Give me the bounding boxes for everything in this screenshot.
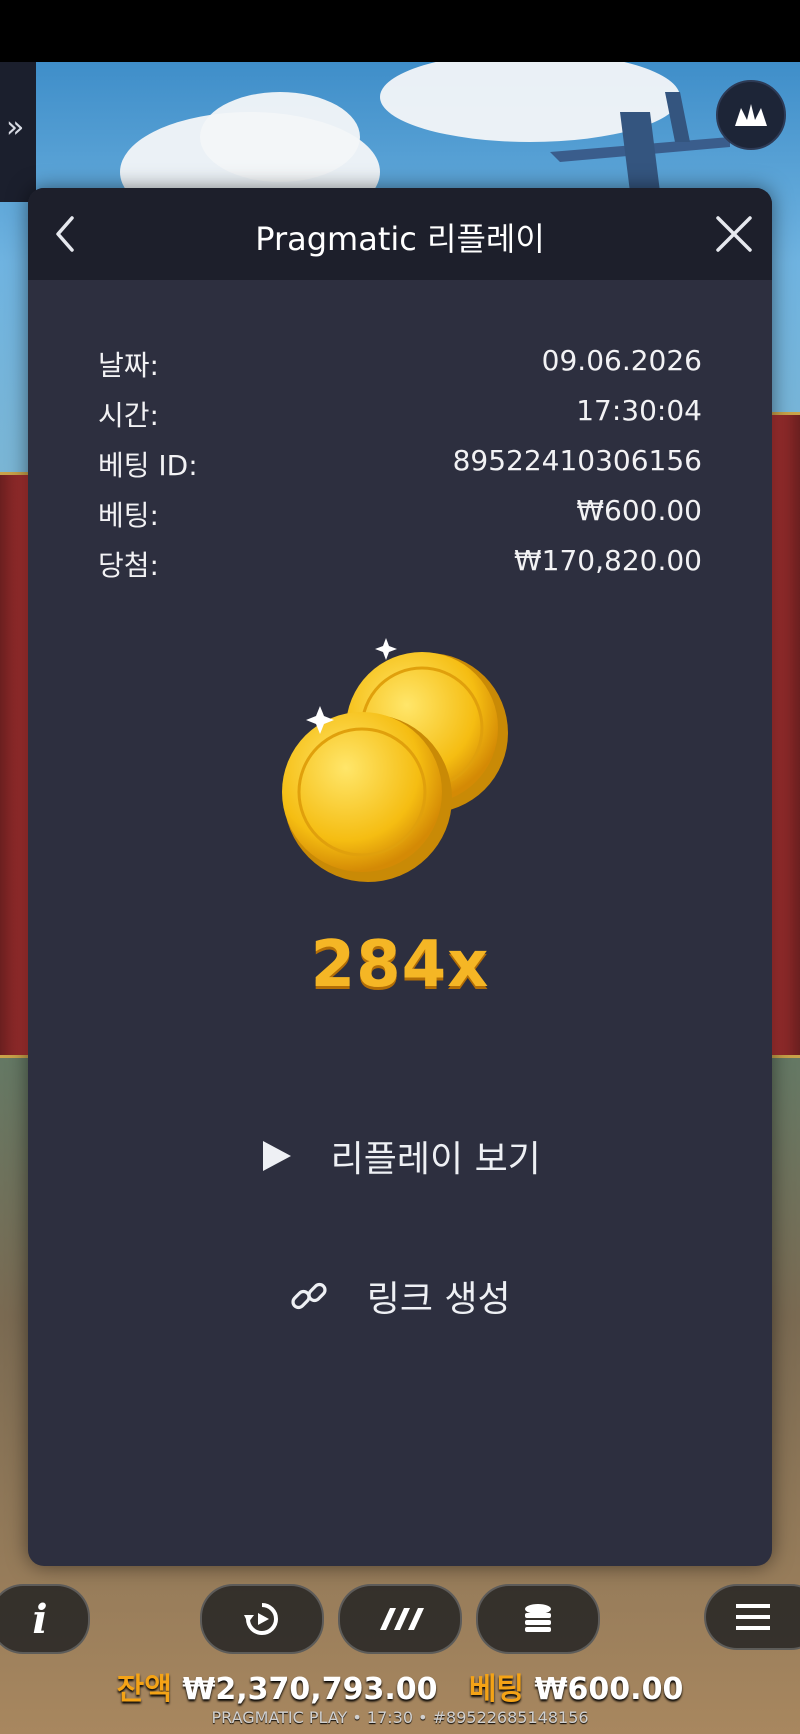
modal-header: Pragmatic 리플레이 xyxy=(28,188,772,280)
info-value: ₩170,820.00 xyxy=(513,544,702,577)
balance-value: ₩2,370,793.00 xyxy=(182,1672,438,1707)
info-label: 시간: xyxy=(98,399,159,432)
create-link-label: 링크 생성 xyxy=(366,1279,511,1320)
autoplay-button[interactable] xyxy=(200,1584,324,1654)
info-label: 베팅 ID: xyxy=(98,449,198,482)
coins-icon xyxy=(282,638,508,882)
info-row-date: 날짜: 09.06.2026 xyxy=(98,344,702,384)
close-icon xyxy=(716,216,752,252)
turbo-icon xyxy=(380,1608,424,1630)
menu-icon xyxy=(736,1604,770,1630)
bet-label: 베팅 xyxy=(468,1672,525,1707)
bet-button[interactable] xyxy=(476,1584,600,1654)
balance-label: 잔액 xyxy=(116,1672,172,1707)
status-bar xyxy=(0,0,800,62)
modal-title: Pragmatic 리플레이 xyxy=(255,220,545,258)
info-row-time: 시간: 17:30:04 xyxy=(98,394,702,434)
balance-line: 잔액 ₩2,370,793.00 베팅 ₩600.00 xyxy=(0,1664,800,1708)
info-label: 당첨: xyxy=(98,549,159,582)
info-value: 17:30:04 xyxy=(576,394,702,427)
win-multiplier: 284x xyxy=(310,928,490,1002)
crown-logo-icon xyxy=(735,104,767,126)
replay-modal: Pragmatic 리플레이 날짜: 09.06.2026 시간: 17:30:… xyxy=(28,188,772,1566)
play-icon xyxy=(263,1141,292,1171)
info-row-bet-id: 베팅 ID: 89522410306156 xyxy=(98,444,702,484)
double-chevron-right-icon: » xyxy=(6,110,25,145)
turbo-button[interactable] xyxy=(338,1584,462,1654)
cloud xyxy=(200,92,360,182)
autoplay-icon xyxy=(244,1603,278,1635)
coin-stack-icon xyxy=(525,1604,551,1632)
info-value: 09.06.2026 xyxy=(541,344,702,377)
menu-button[interactable] xyxy=(704,1584,800,1650)
info-label: 날짜: xyxy=(98,349,159,382)
pragmatic-logo-button[interactable] xyxy=(716,80,786,150)
create-link-button[interactable]: 링크 생성 xyxy=(28,1270,772,1322)
link-icon xyxy=(291,1282,327,1310)
plane-silhouette xyxy=(550,92,730,192)
side-menu-toggle[interactable]: » xyxy=(0,62,36,202)
info-icon: i xyxy=(32,1595,48,1643)
info-value: 89522410306156 xyxy=(452,444,702,477)
info-row-win: 당첨: ₩170,820.00 xyxy=(98,544,702,584)
close-button[interactable] xyxy=(710,210,758,258)
bet-value: ₩600.00 xyxy=(534,1672,684,1707)
info-label: 베팅: xyxy=(98,499,159,532)
info-button[interactable]: i xyxy=(0,1584,90,1654)
info-row-bet: 베팅: ₩600.00 xyxy=(98,494,702,534)
game-control-bar: i 잔액 ₩2,370,793.00 베팅 ₩600.00 PRAGMATIC … xyxy=(0,1566,800,1734)
game-footer: PRAGMATIC PLAY • 17:30 • #89522685148156 xyxy=(211,1708,589,1727)
info-value: ₩600.00 xyxy=(576,494,702,527)
watch-replay-label: 리플레이 보기 xyxy=(330,1139,541,1180)
watch-replay-button[interactable]: 리플레이 보기 xyxy=(28,1130,772,1182)
